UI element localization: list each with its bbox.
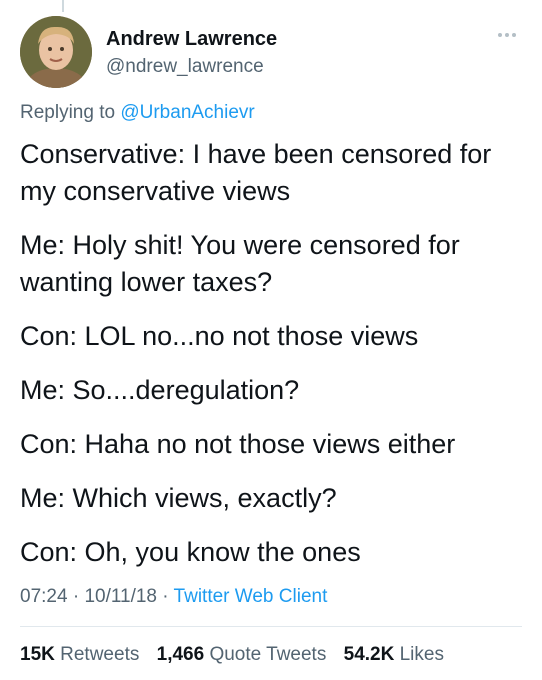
tweet-date[interactable]: 10/11/18 (84, 586, 157, 607)
tweet-paragraph: Me: So....deregulation? (20, 375, 300, 405)
tweet-client-link[interactable]: Twitter Web Client (174, 586, 328, 607)
avatar-image (20, 16, 92, 88)
separator: · (72, 586, 80, 607)
avatar[interactable] (20, 16, 92, 88)
more-dots-icon[interactable] (498, 30, 520, 40)
dot (498, 33, 502, 37)
author-name[interactable]: Andrew Lawrence (106, 28, 277, 51)
divider (20, 626, 522, 627)
retweets-count: 15K (20, 644, 55, 665)
thread-connector-line (62, 0, 64, 12)
likes-label: Likes (399, 644, 444, 665)
tweet-paragraph: Conservative: I have been censored for m… (20, 139, 492, 206)
tweet-paragraph: Me: Which views, exactly? (20, 483, 337, 513)
tweet-paragraph: Con: LOL no...no not those views (20, 321, 419, 351)
tweet-text: Conservative: I have been censored for m… (20, 136, 525, 588)
separator: · (162, 586, 169, 607)
dot (505, 33, 509, 37)
retweets-stat[interactable]: 15K Retweets (20, 644, 139, 665)
author-handle[interactable]: @ndrew_lawrence (106, 56, 264, 78)
tweet-time[interactable]: 07:24 (20, 586, 68, 607)
replying-to-mention[interactable]: @UrbanAchievr (120, 102, 254, 123)
retweets-label: Retweets (60, 644, 140, 665)
replying-to-prefix: Replying to (20, 102, 116, 123)
likes-count: 54.2K (343, 644, 395, 665)
tweet-paragraph: Con: Haha no not those views either (20, 429, 456, 459)
dot (512, 33, 516, 37)
quote-tweets-count: 1,466 (156, 644, 205, 665)
tweet-metadata: 07:24 · 10/11/18 · Twitter Web Client (20, 586, 327, 608)
quote-tweets-label: Quote Tweets (209, 644, 327, 665)
likes-stat[interactable]: 54.2K Likes (344, 644, 444, 665)
replying-to: Replying to @UrbanAchievr (20, 102, 255, 124)
engagement-stats: 15K Retweets 1,466 Quote Tweets 54.2K Li… (20, 644, 456, 666)
tweet-paragraph: Me: Holy shit! You were censored for wan… (20, 230, 460, 297)
tweet-paragraph: Con: Oh, you know the ones (20, 537, 361, 567)
quote-tweets-stat[interactable]: 1,466 Quote Tweets (157, 644, 327, 665)
